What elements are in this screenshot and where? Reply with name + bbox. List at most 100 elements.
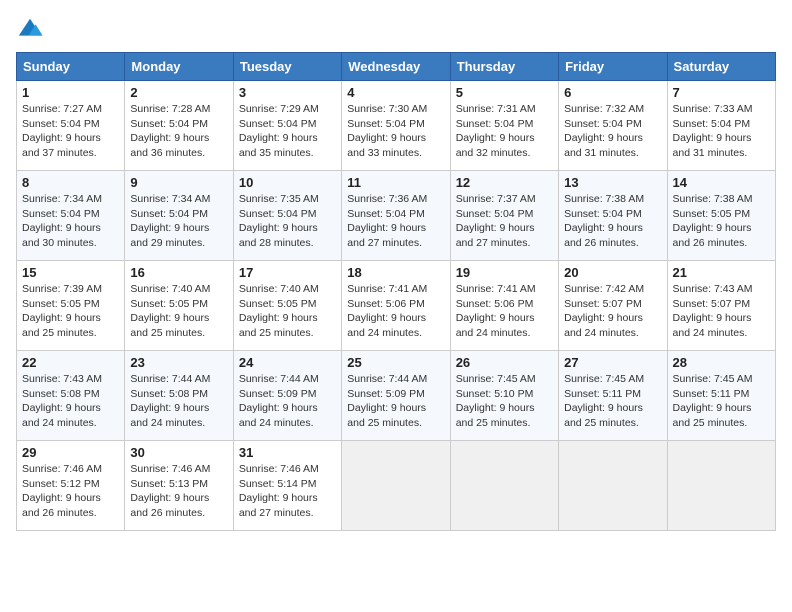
day-info: Sunrise: 7:42 AM Sunset: 5:07 PM Dayligh… [564,282,661,341]
sunset-text: Sunset: 5:04 PM [347,208,425,220]
sunrise-text: Sunrise: 7:42 AM [564,283,644,295]
sunrise-text: Sunrise: 7:46 AM [239,463,319,475]
calendar-cell [342,441,450,531]
sunset-text: Sunset: 5:09 PM [239,388,317,400]
day-number: 4 [347,85,444,100]
day-number: 20 [564,265,661,280]
daylight-text: Daylight: 9 hours and 24 minutes. [130,402,209,429]
daylight-text: Daylight: 9 hours and 37 minutes. [22,132,101,159]
day-info: Sunrise: 7:37 AM Sunset: 5:04 PM Dayligh… [456,192,553,251]
sunset-text: Sunset: 5:14 PM [239,478,317,490]
day-info: Sunrise: 7:45 AM Sunset: 5:11 PM Dayligh… [564,372,661,431]
day-info: Sunrise: 7:45 AM Sunset: 5:10 PM Dayligh… [456,372,553,431]
sunrise-text: Sunrise: 7:38 AM [564,193,644,205]
sunrise-text: Sunrise: 7:45 AM [456,373,536,385]
calendar-cell: 13 Sunrise: 7:38 AM Sunset: 5:04 PM Dayl… [559,171,667,261]
daylight-text: Daylight: 9 hours and 25 minutes. [239,312,318,339]
day-info: Sunrise: 7:46 AM Sunset: 5:14 PM Dayligh… [239,462,336,521]
sunset-text: Sunset: 5:05 PM [22,298,100,310]
calendar-cell: 6 Sunrise: 7:32 AM Sunset: 5:04 PM Dayli… [559,81,667,171]
day-number: 1 [22,85,119,100]
sunrise-text: Sunrise: 7:31 AM [456,103,536,115]
day-info: Sunrise: 7:41 AM Sunset: 5:06 PM Dayligh… [347,282,444,341]
sunrise-text: Sunrise: 7:38 AM [673,193,753,205]
calendar-cell: 22 Sunrise: 7:43 AM Sunset: 5:08 PM Dayl… [17,351,125,441]
sunrise-text: Sunrise: 7:40 AM [130,283,210,295]
daylight-text: Daylight: 9 hours and 24 minutes. [564,312,643,339]
calendar-cell: 30 Sunrise: 7:46 AM Sunset: 5:13 PM Dayl… [125,441,233,531]
sunset-text: Sunset: 5:11 PM [564,388,641,400]
sunset-text: Sunset: 5:09 PM [347,388,425,400]
sunset-text: Sunset: 5:06 PM [347,298,425,310]
daylight-text: Daylight: 9 hours and 24 minutes. [347,312,426,339]
day-info: Sunrise: 7:43 AM Sunset: 5:07 PM Dayligh… [673,282,770,341]
day-number: 21 [673,265,770,280]
day-number: 22 [22,355,119,370]
sunset-text: Sunset: 5:04 PM [673,118,751,130]
calendar-cell [559,441,667,531]
day-number: 29 [22,445,119,460]
calendar-week-row: 22 Sunrise: 7:43 AM Sunset: 5:08 PM Dayl… [17,351,776,441]
sunset-text: Sunset: 5:04 PM [130,118,208,130]
sunset-text: Sunset: 5:04 PM [456,208,534,220]
daylight-text: Daylight: 9 hours and 24 minutes. [239,402,318,429]
day-info: Sunrise: 7:36 AM Sunset: 5:04 PM Dayligh… [347,192,444,251]
day-number: 12 [456,175,553,190]
daylight-text: Daylight: 9 hours and 24 minutes. [22,402,101,429]
daylight-text: Daylight: 9 hours and 26 minutes. [673,222,752,249]
daylight-text: Daylight: 9 hours and 33 minutes. [347,132,426,159]
sunset-text: Sunset: 5:12 PM [22,478,100,490]
calendar-cell: 7 Sunrise: 7:33 AM Sunset: 5:04 PM Dayli… [667,81,775,171]
calendar-cell: 31 Sunrise: 7:46 AM Sunset: 5:14 PM Dayl… [233,441,341,531]
daylight-text: Daylight: 9 hours and 25 minutes. [456,402,535,429]
day-info: Sunrise: 7:44 AM Sunset: 5:09 PM Dayligh… [347,372,444,431]
calendar-cell: 11 Sunrise: 7:36 AM Sunset: 5:04 PM Dayl… [342,171,450,261]
daylight-text: Daylight: 9 hours and 25 minutes. [22,312,101,339]
daylight-text: Daylight: 9 hours and 26 minutes. [22,492,101,519]
day-info: Sunrise: 7:41 AM Sunset: 5:06 PM Dayligh… [456,282,553,341]
calendar-week-row: 1 Sunrise: 7:27 AM Sunset: 5:04 PM Dayli… [17,81,776,171]
calendar-cell: 17 Sunrise: 7:40 AM Sunset: 5:05 PM Dayl… [233,261,341,351]
day-number: 8 [22,175,119,190]
sunrise-text: Sunrise: 7:32 AM [564,103,644,115]
calendar-cell: 2 Sunrise: 7:28 AM Sunset: 5:04 PM Dayli… [125,81,233,171]
calendar-cell: 9 Sunrise: 7:34 AM Sunset: 5:04 PM Dayli… [125,171,233,261]
sunset-text: Sunset: 5:04 PM [239,118,317,130]
sunset-text: Sunset: 5:11 PM [673,388,750,400]
sunrise-text: Sunrise: 7:37 AM [456,193,536,205]
calendar-header-wednesday: Wednesday [342,53,450,81]
daylight-text: Daylight: 9 hours and 25 minutes. [347,402,426,429]
daylight-text: Daylight: 9 hours and 24 minutes. [456,312,535,339]
day-info: Sunrise: 7:34 AM Sunset: 5:04 PM Dayligh… [130,192,227,251]
calendar-cell [667,441,775,531]
sunrise-text: Sunrise: 7:45 AM [673,373,753,385]
calendar-header-thursday: Thursday [450,53,558,81]
sunrise-text: Sunrise: 7:44 AM [347,373,427,385]
daylight-text: Daylight: 9 hours and 31 minutes. [564,132,643,159]
sunrise-text: Sunrise: 7:30 AM [347,103,427,115]
daylight-text: Daylight: 9 hours and 30 minutes. [22,222,101,249]
sunrise-text: Sunrise: 7:29 AM [239,103,319,115]
calendar-cell: 29 Sunrise: 7:46 AM Sunset: 5:12 PM Dayl… [17,441,125,531]
calendar-cell: 5 Sunrise: 7:31 AM Sunset: 5:04 PM Dayli… [450,81,558,171]
sunset-text: Sunset: 5:07 PM [564,298,642,310]
day-info: Sunrise: 7:44 AM Sunset: 5:09 PM Dayligh… [239,372,336,431]
logo-icon [16,16,44,44]
day-info: Sunrise: 7:31 AM Sunset: 5:04 PM Dayligh… [456,102,553,161]
calendar-body: 1 Sunrise: 7:27 AM Sunset: 5:04 PM Dayli… [17,81,776,531]
calendar-cell: 23 Sunrise: 7:44 AM Sunset: 5:08 PM Dayl… [125,351,233,441]
calendar-cell: 12 Sunrise: 7:37 AM Sunset: 5:04 PM Dayl… [450,171,558,261]
calendar-header-tuesday: Tuesday [233,53,341,81]
sunset-text: Sunset: 5:04 PM [22,118,100,130]
daylight-text: Daylight: 9 hours and 27 minutes. [456,222,535,249]
calendar-header-monday: Monday [125,53,233,81]
sunrise-text: Sunrise: 7:46 AM [22,463,102,475]
day-number: 13 [564,175,661,190]
sunset-text: Sunset: 5:04 PM [239,208,317,220]
sunset-text: Sunset: 5:13 PM [130,478,208,490]
page-header [16,16,776,44]
calendar-week-row: 8 Sunrise: 7:34 AM Sunset: 5:04 PM Dayli… [17,171,776,261]
daylight-text: Daylight: 9 hours and 27 minutes. [239,492,318,519]
day-number: 23 [130,355,227,370]
sunset-text: Sunset: 5:10 PM [456,388,534,400]
